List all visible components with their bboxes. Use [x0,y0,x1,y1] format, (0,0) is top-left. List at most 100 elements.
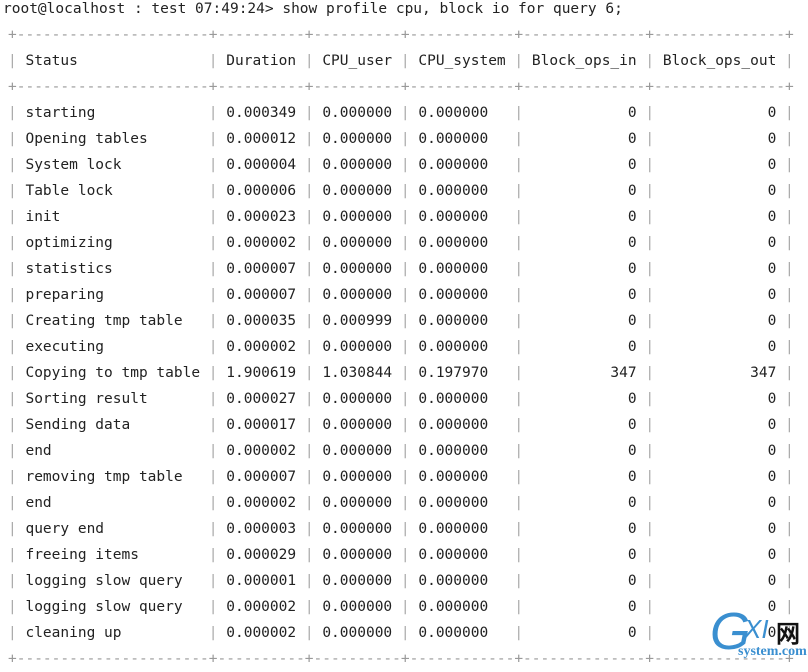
table-row: | statistics | 0.000007 | 0.000000 | 0.0… [8,256,794,282]
cell-status: end [25,495,209,511]
table-row: | freeing items | 0.000029 | 0.000000 | … [8,542,794,568]
cell-duration: 0.000027 [226,391,305,407]
column-divider: | [400,417,419,433]
column-divider: | [304,391,323,407]
cell-cpu-user: 0.000000 [322,131,401,147]
column-divider: | [304,521,323,537]
column-divider: | [645,209,663,225]
column-divider: | [400,391,419,407]
cell-status: Creating tmp table [25,313,209,329]
cell-status: starting [25,105,209,121]
cell-block-ops-in: 0 [531,599,646,615]
cell-cpu-system: 0.000000 [418,573,515,589]
column-divider: | [8,547,26,563]
cell-cpu-user: 0.000000 [322,443,401,459]
column-divider: | [645,339,663,355]
cell-duration: 0.000001 [226,573,305,589]
column-divider: | [304,469,323,485]
column-divider: | [514,417,532,433]
column-divider: | [645,365,663,381]
column-divider: | [208,53,227,69]
column-divider: | [514,625,532,641]
table-row: | optimizing | 0.000002 | 0.000000 | 0.0… [8,230,794,256]
column-divider: | [208,443,227,459]
column-divider: | [400,105,419,121]
column-divider: | [208,417,227,433]
column-divider: | [400,495,419,511]
column-divider: | [785,391,794,407]
column-divider: | [514,157,532,173]
column-divider: | [208,391,227,407]
cell-block-ops-in: Block_ops_in [531,53,646,69]
column-divider: | [645,313,663,329]
cell-status: Sorting result [25,391,209,407]
column-divider: | [514,547,532,563]
cell-cpu-user: 0.000000 [322,625,401,641]
column-divider: | [8,599,26,615]
column-divider: | [8,339,26,355]
column-divider: | [8,391,26,407]
cell-block-ops-out: 0 [662,417,786,433]
cell-cpu-system: CPU_system [418,53,515,69]
cell-block-ops-in: 0 [531,391,646,407]
column-divider: | [208,469,227,485]
cell-duration: 0.000003 [226,521,305,537]
table-row: | Sorting result | 0.000027 | 0.000000 |… [8,386,794,412]
cell-cpu-user: 0.000000 [322,287,401,303]
table-row: | init | 0.000023 | 0.000000 | 0.000000 … [8,204,794,230]
cell-status: Sending data [25,417,209,433]
cell-duration: 0.000012 [226,131,305,147]
cell-cpu-user: 0.000000 [322,339,401,355]
column-divider: | [208,131,227,147]
column-divider: | [645,625,663,641]
column-divider: | [304,495,323,511]
cell-block-ops-in: 0 [531,547,646,563]
column-divider: | [645,235,663,251]
column-divider: | [645,131,663,147]
column-divider: | [8,235,26,251]
cell-cpu-user: 0.000000 [322,209,401,225]
cell-cpu-user: 0.000000 [322,105,401,121]
cell-cpu-system: 0.000000 [418,105,515,121]
column-divider: | [785,53,794,69]
column-divider: | [208,235,227,251]
cell-status: freeing items [25,547,209,563]
column-divider: | [785,495,794,511]
column-divider: | [208,183,227,199]
cell-cpu-user: 0.000000 [322,183,401,199]
cell-cpu-user: 0.000000 [322,417,401,433]
table-border-header: +----------------------+----------+-----… [8,79,794,95]
column-divider: | [645,547,663,563]
cell-cpu-system: 0.000000 [418,183,515,199]
table-row: | cleaning up | 0.000002 | 0.000000 | 0.… [8,620,794,646]
cell-block-ops-in: 0 [531,521,646,537]
cell-duration: Duration [226,53,305,69]
watermark-logo: G XI 网 system.com [710,603,807,661]
column-divider: | [208,287,227,303]
column-divider: | [400,573,419,589]
column-divider: | [645,183,663,199]
column-divider: | [8,209,26,225]
column-divider: | [208,313,227,329]
column-divider: | [400,235,419,251]
column-divider: | [304,209,323,225]
table-row: | end | 0.000002 | 0.000000 | 0.000000 |… [8,490,794,516]
column-divider: | [645,391,663,407]
column-divider: | [785,287,794,303]
column-divider: | [645,53,663,69]
cell-block-ops-in: 0 [531,313,646,329]
cell-cpu-system: 0.000000 [418,443,515,459]
column-divider: | [785,157,794,173]
cell-duration: 0.000035 [226,313,305,329]
cell-status: System lock [25,157,209,173]
column-divider: | [8,261,26,277]
column-divider: | [8,469,26,485]
column-divider: | [8,443,26,459]
cell-cpu-system: 0.000000 [418,287,515,303]
column-divider: | [8,521,26,537]
column-divider: | [785,469,794,485]
cell-status: removing tmp table [25,469,209,485]
column-divider: | [8,417,26,433]
column-divider: | [304,157,323,173]
cell-cpu-system: 0.000000 [418,261,515,277]
